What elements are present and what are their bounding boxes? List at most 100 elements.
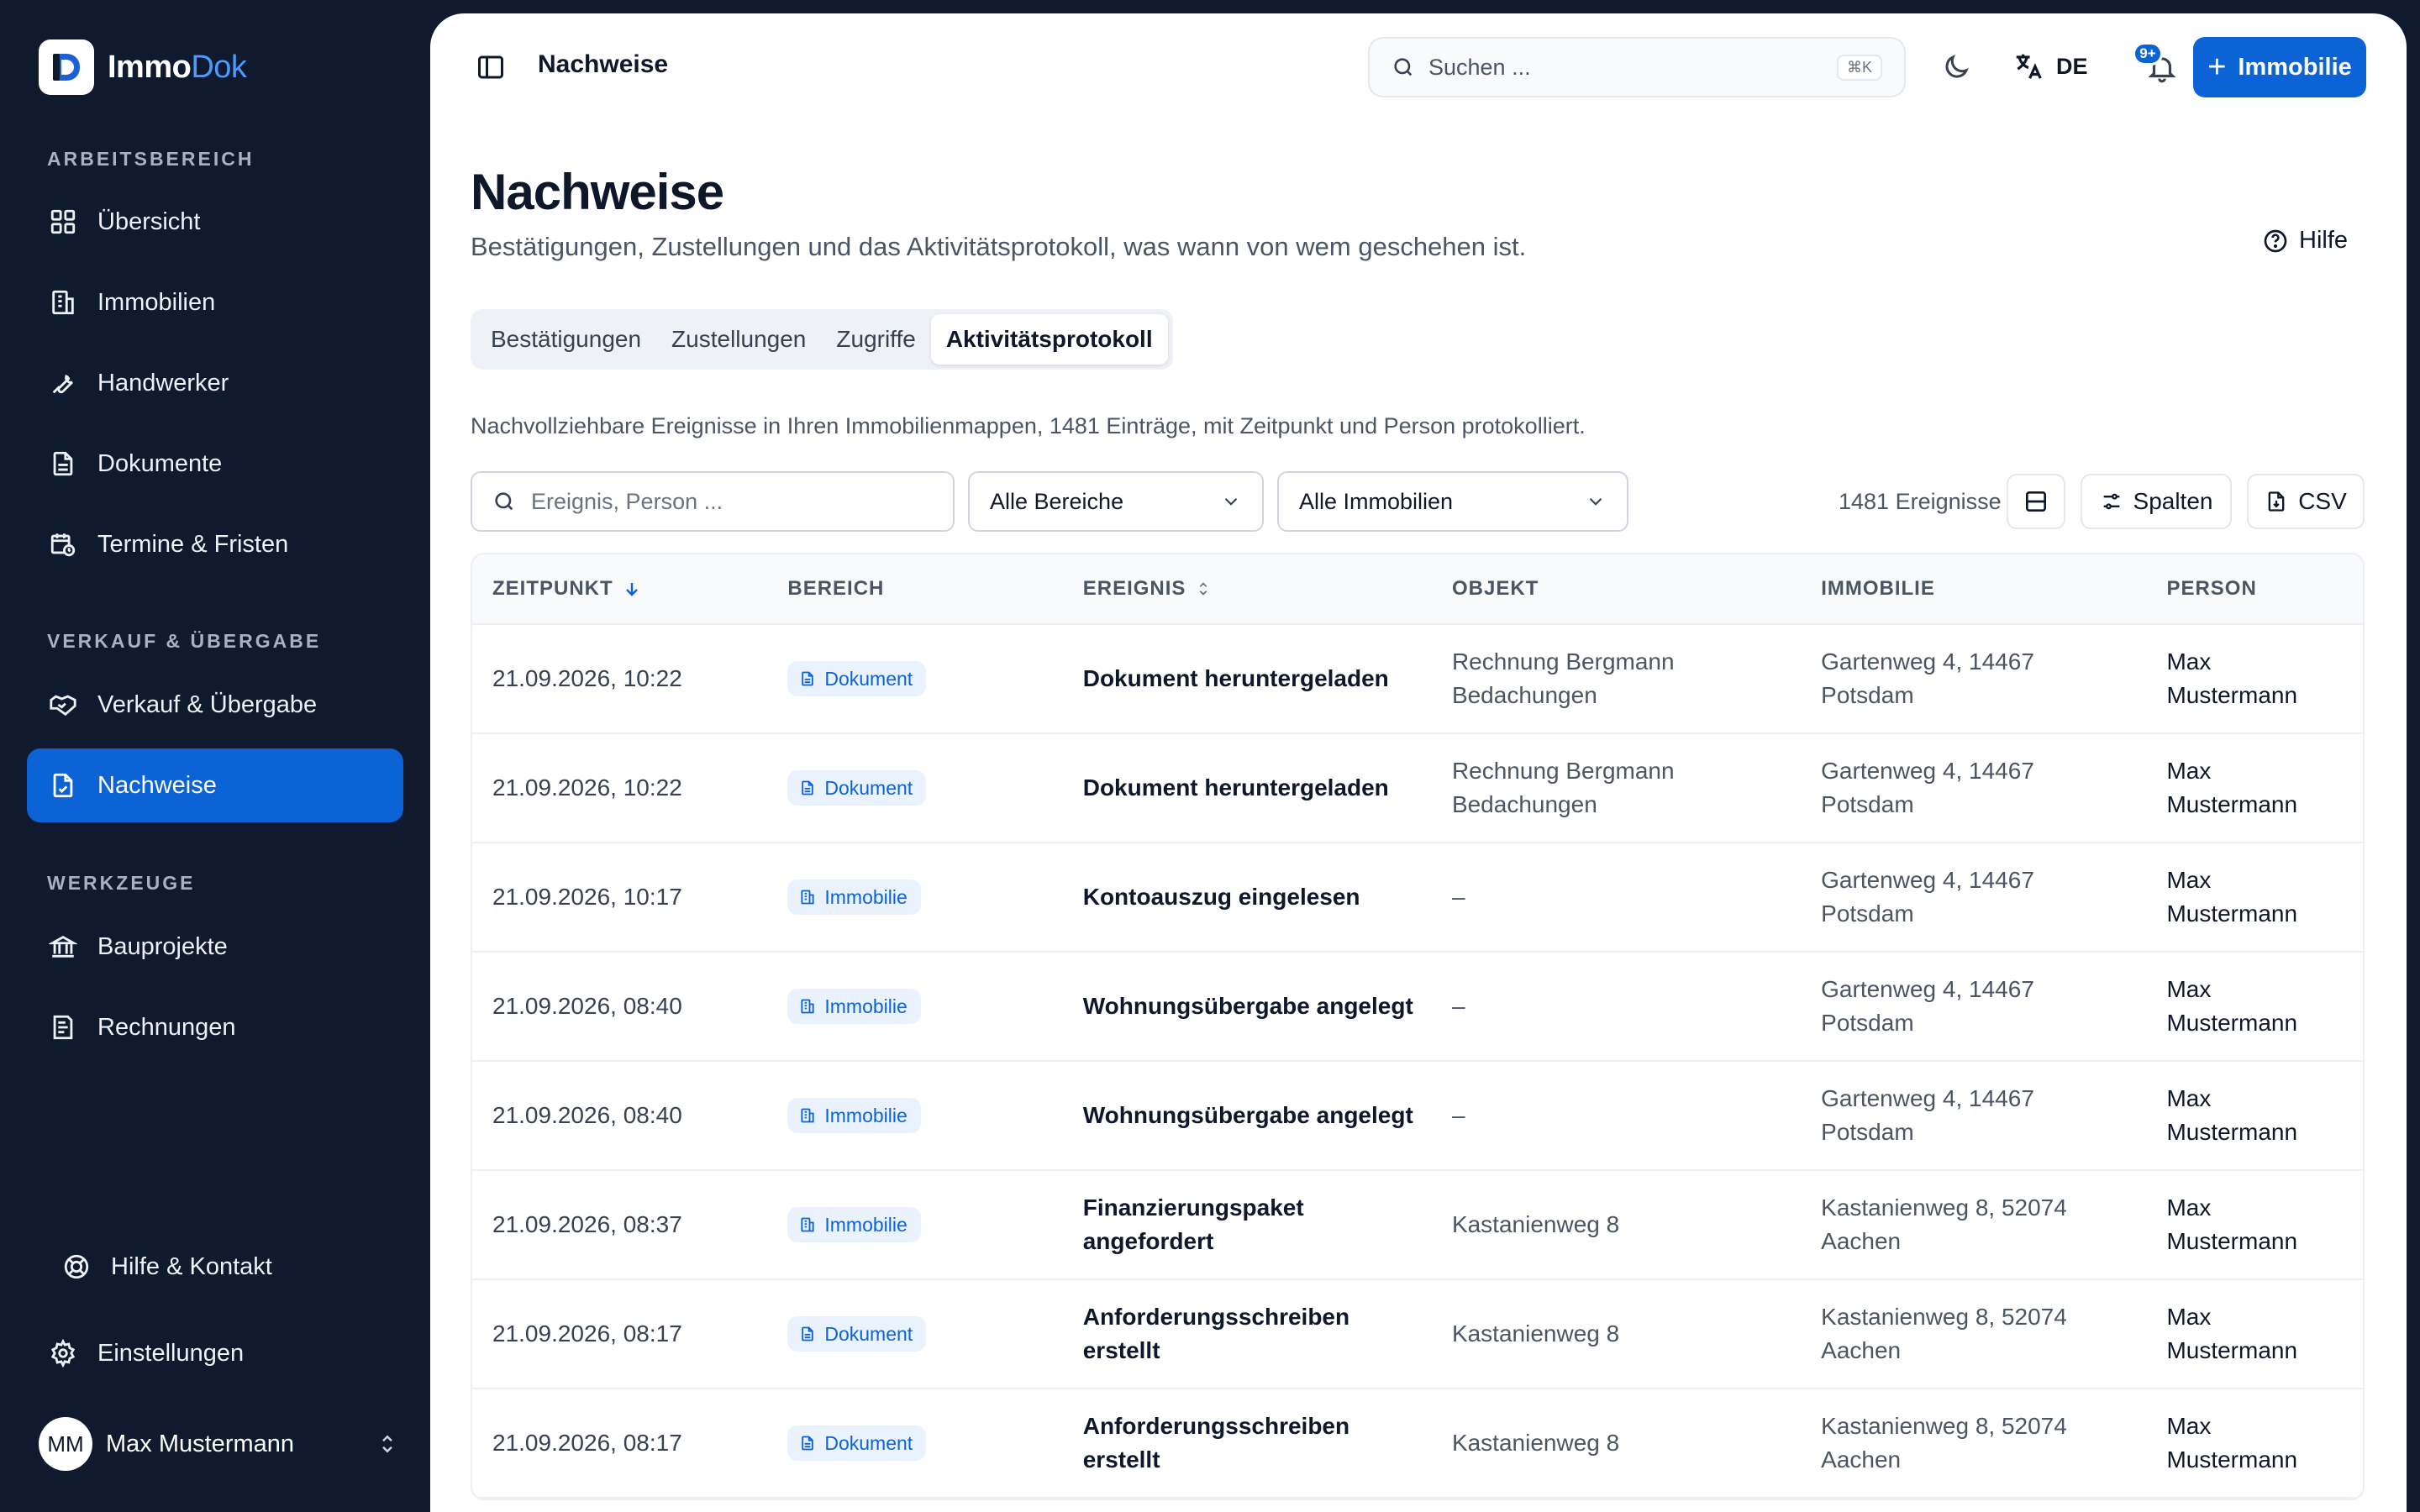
building-icon <box>799 1107 816 1124</box>
building-icon <box>47 286 79 318</box>
columns-button[interactable]: Spalten <box>2081 474 2232 529</box>
property-select[interactable]: Alle Immobilien <box>1277 471 1628 532</box>
sidebar-item-handwerker[interactable]: Handwerker <box>27 346 403 420</box>
global-search-input[interactable]: Suchen ... ⌘K <box>1368 37 1906 97</box>
area-badge: Immobilie <box>787 879 921 915</box>
search-placeholder: Suchen ... <box>1428 54 1531 80</box>
table-row[interactable]: 21.09.2026, 08:40 Immobilie Wohnungsüber… <box>472 1062 2363 1171</box>
column-header-label: EREIGNIS <box>1082 577 1186 600</box>
sidebar-item-rechnungen[interactable]: Rechnungen <box>27 990 403 1064</box>
settings-link[interactable]: Einstellungen <box>27 1316 403 1390</box>
add-property-button[interactable]: + Immobilie <box>2193 37 2366 97</box>
area-badge: Dokument <box>787 770 927 806</box>
sidebar-item-uebersicht[interactable]: Übersicht <box>27 185 403 259</box>
cell-time: 21.09.2026, 08:40 <box>492 993 682 1019</box>
cell-time: 21.09.2026, 10:17 <box>492 884 682 910</box>
handshake-icon <box>47 689 79 721</box>
area-badge: Immobilie <box>787 989 921 1024</box>
area-badge-label: Dokument <box>824 777 913 799</box>
document-icon <box>799 780 816 796</box>
tab-zugriffe[interactable]: Zugriffe <box>821 314 930 365</box>
section-label-arbeitsbereich: ARBEITSBEREICH <box>47 148 255 170</box>
area-badge-label: Immobilie <box>824 1105 908 1126</box>
breadcrumb-title: Nachweise <box>538 50 669 78</box>
area-select[interactable]: Alle Bereiche <box>968 471 1264 532</box>
cell-event: Anforderungsschreiben erstellt <box>1082 1413 1350 1473</box>
sidebar-item-label: Übersicht <box>97 207 201 235</box>
document-icon <box>799 1435 816 1452</box>
column-header-person[interactable]: PERSON <box>2146 577 2363 601</box>
brand-logo-icon <box>39 39 94 95</box>
column-header-bereich[interactable]: BEREICH <box>767 577 1062 601</box>
sidebar-item-termine[interactable]: Termine & Fristen <box>27 507 403 581</box>
csv-export-button[interactable]: CSV <box>2247 474 2365 529</box>
grid-icon <box>47 206 79 238</box>
cell-time: 21.09.2026, 10:22 <box>492 774 682 801</box>
avatar: MM <box>39 1417 92 1471</box>
question-circle-icon <box>2262 228 2289 255</box>
language-switcher[interactable]: DE <box>2012 50 2088 82</box>
cell-area: Dokument <box>767 1425 1062 1461</box>
column-header-immobilie[interactable]: IMMOBILIE <box>1801 577 2146 601</box>
sidebar-item-immobilien[interactable]: Immobilien <box>27 265 403 339</box>
cell-person: Max Mustermann <box>2166 648 2298 708</box>
area-badge: Dokument <box>787 1425 927 1461</box>
main-content: Nachweise Suchen ... ⌘K DE 9+ + Immobili… <box>430 13 2407 1512</box>
cell-area: Immobilie <box>767 1207 1062 1242</box>
brand[interactable]: ImmoDok <box>39 39 247 95</box>
area-badge-label: Immobilie <box>824 995 908 1017</box>
column-header-ereignis[interactable]: EREIGNIS <box>1063 577 1432 601</box>
table-body: 21.09.2026, 10:22 Dokument Dokument heru… <box>472 625 2363 1499</box>
cell-property: Gartenweg 4, 14467 Potsdam <box>1821 976 2034 1036</box>
area-badge-label: Immobilie <box>824 1214 908 1236</box>
cell-object: Kastanienweg 8 <box>1451 1430 1620 1456</box>
search-icon <box>492 490 516 513</box>
help-button[interactable]: Hilfe <box>2262 227 2348 255</box>
sidebar-item-dokumente[interactable]: Dokumente <box>27 427 403 501</box>
table-description: Nachvollziehbare Ereignisse in Ihren Imm… <box>471 413 1586 438</box>
translate-icon <box>2012 50 2044 82</box>
table-row[interactable]: 21.09.2026, 08:37 Immobilie Finanzierung… <box>472 1171 2363 1280</box>
sidebar-item-nachweise[interactable]: Nachweise <box>27 748 403 822</box>
sidebar-item-bauprojekte[interactable]: Bauprojekte <box>27 910 403 984</box>
tab-bestaetigungen[interactable]: Bestätigungen <box>476 314 656 365</box>
sidebar-item-label: Dokumente <box>97 449 223 477</box>
section-label-verkauf: VERKAUF & ÜBERGABE <box>47 630 322 652</box>
table-row[interactable]: 21.09.2026, 08:17 Dokument Anforderungss… <box>472 1389 2363 1499</box>
table-row[interactable]: 21.09.2026, 08:40 Immobilie Wohnungsüber… <box>472 953 2363 1062</box>
table-row[interactable]: 21.09.2026, 10:17 Immobilie Kontoauszug … <box>472 843 2363 953</box>
cell-time: 21.09.2026, 08:17 <box>492 1320 682 1347</box>
tab-zustellungen[interactable]: Zustellungen <box>656 314 821 365</box>
cell-area: Dokument <box>767 770 1062 806</box>
sidebar-toggle-icon[interactable] <box>476 52 506 82</box>
event-search-input[interactable]: Ereignis, Person ... <box>471 471 955 532</box>
sidebar-item-label: Nachweise <box>97 771 217 799</box>
document-icon <box>799 1326 816 1342</box>
moon-icon[interactable] <box>1941 52 1973 84</box>
cell-property: Kastanienweg 8, 52074 Aachen <box>1821 1194 2067 1254</box>
sidebar-item-label: Termine & Fristen <box>97 530 289 558</box>
help-contact-link[interactable]: Hilfe & Kontakt <box>40 1230 417 1304</box>
sidebar: ImmoDok ARBEITSBEREICH Übersicht Immobil… <box>0 0 430 1512</box>
column-header-zeitpunkt[interactable]: ZEITPUNKT <box>472 577 767 601</box>
cell-event: Kontoauszug eingelesen <box>1082 884 1360 910</box>
help-contact-label: Hilfe & Kontakt <box>111 1252 272 1280</box>
cell-object: Kastanienweg 8 <box>1451 1211 1620 1237</box>
area-badge: Dokument <box>787 1316 927 1352</box>
table-row[interactable]: 21.09.2026, 10:22 Dokument Dokument heru… <box>472 734 2363 843</box>
table-row[interactable]: 21.09.2026, 08:17 Dokument Anforderungss… <box>472 1280 2363 1389</box>
user-menu[interactable]: MM Max Mustermann <box>39 1416 400 1472</box>
document-icon <box>47 448 79 480</box>
table-row[interactable]: 21.09.2026, 10:22 Dokument Dokument heru… <box>472 625 2363 734</box>
section-label-werkzeuge: WERKZEUGE <box>47 872 196 894</box>
cell-event: Finanzierungspaket angefordert <box>1082 1194 1304 1254</box>
brand-name: ImmoDok <box>108 49 247 85</box>
sidebar-item-verkauf-uebergabe[interactable]: Verkauf & Übergabe <box>27 668 403 742</box>
column-header-objekt[interactable]: OBJEKT <box>1432 577 1801 601</box>
rows-icon <box>2026 491 2046 512</box>
sidebar-item-label: Immobilien <box>97 288 216 316</box>
sidebar-item-label: Bauprojekte <box>97 932 228 960</box>
tab-aktivitaetsprotokoll[interactable]: Aktivitätsprotokoll <box>930 314 1168 365</box>
area-badge: Dokument <box>787 661 927 696</box>
density-toggle-button[interactable] <box>2007 474 2065 529</box>
